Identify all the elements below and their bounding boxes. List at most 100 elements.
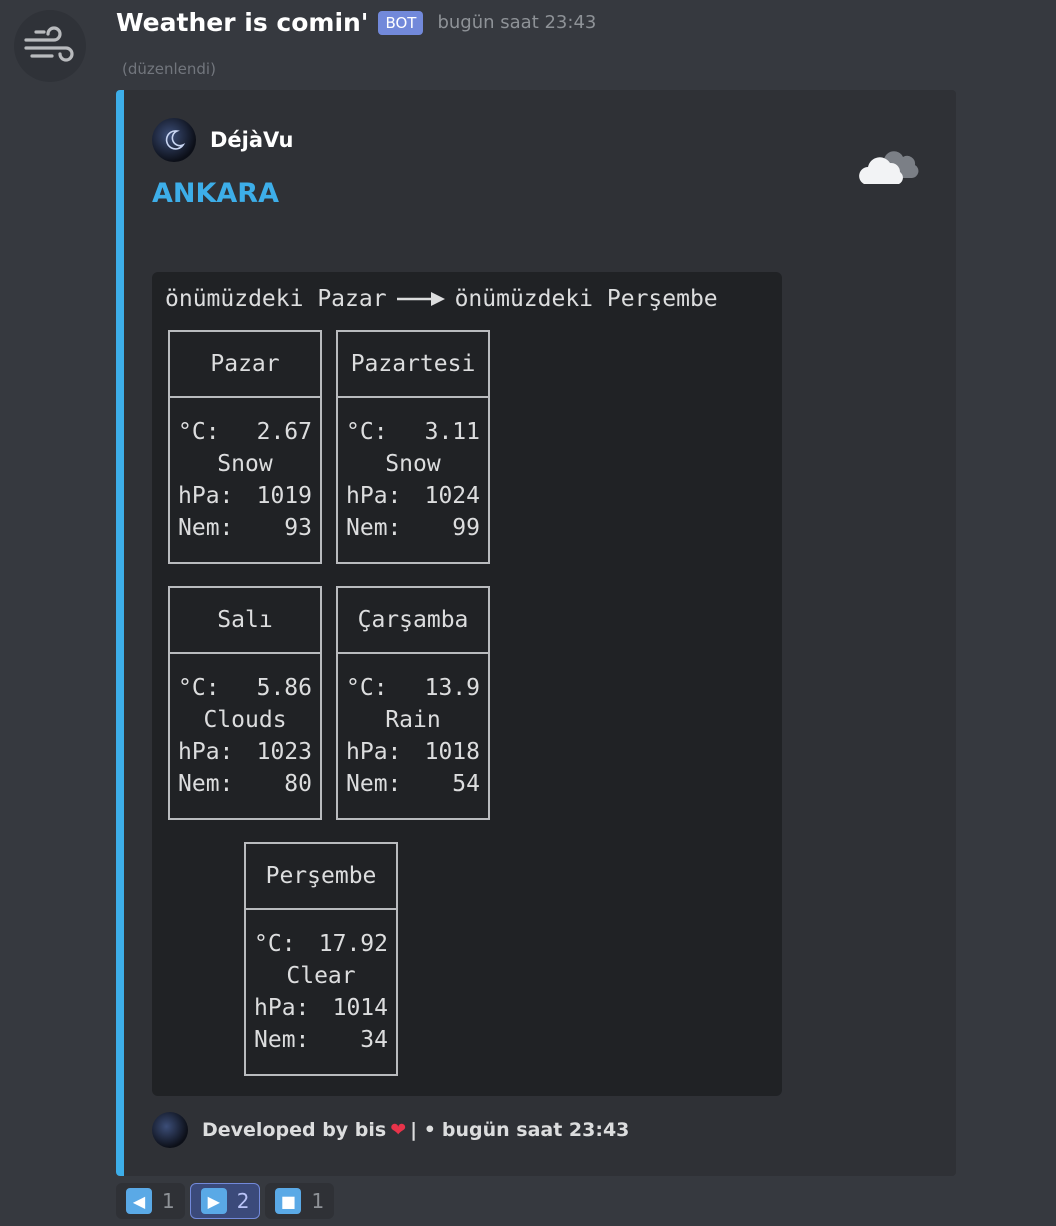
temp-row: °C: 3.11 (338, 416, 488, 448)
reaction-next[interactable]: ▶ 2 (189, 1183, 261, 1219)
temp-value: 17.92 (318, 931, 388, 957)
condition-row: Clear (246, 960, 396, 992)
pressure-row: hPa: 1024 (338, 480, 488, 512)
reaction-stop[interactable]: ■ 1 (265, 1183, 335, 1219)
temp-row: °C: 2.67 (170, 416, 320, 448)
condition: Clear (286, 963, 356, 989)
humidity-value: 80 (284, 771, 312, 797)
pressure-value: 1019 (256, 483, 312, 509)
pressure-label: hPa: (346, 739, 402, 765)
edited-label: (düzenlendi) (122, 60, 216, 78)
reaction-count: 2 (236, 1189, 250, 1213)
humidity-value: 34 (360, 1027, 388, 1053)
day-card-pazartesi: Pazartesi °C: 3.11 Snow hPa: 1024 Nem: 99 (336, 330, 490, 564)
footer-developer: Developed by bis (202, 1119, 387, 1141)
message-timestamp: bugün saat 23:43 (437, 12, 597, 33)
humidity-row: Nem: 80 (170, 768, 320, 800)
weather-embed: DéjàVu ANKARA önümüzdeki Pazar önümüzdek… (116, 90, 956, 1176)
embed-author: DéjàVu (152, 118, 294, 162)
humidity-row: Nem: 93 (170, 512, 320, 544)
condition: Rain (385, 707, 441, 733)
temp-label: °C: (346, 675, 388, 701)
message-header: Weather is comin' BOT bugün saat 23:43 (116, 8, 596, 37)
day-name: Pazartesi (338, 332, 488, 398)
arrow-right-icon: ▶ (200, 1188, 227, 1214)
stop-icon: ■ (275, 1188, 302, 1214)
humidity-label: Nem: (178, 771, 234, 797)
pressure-value: 1018 (424, 739, 480, 765)
pressure-row: hPa: 1023 (170, 736, 320, 768)
day-name: Çarşamba (338, 588, 488, 654)
range-from: önümüzdeki Pazar (165, 286, 387, 312)
author-avatar (152, 118, 196, 162)
pressure-value: 1024 (424, 483, 480, 509)
temp-label: °C: (178, 419, 220, 445)
humidity-label: Nem: (178, 515, 234, 541)
condition: Snow (385, 451, 441, 477)
humidity-label: Nem: (254, 1027, 310, 1053)
condition-row: Snow (170, 448, 320, 480)
pressure-row: hPa: 1014 (246, 992, 396, 1024)
heart-icon: ❤ (390, 1119, 407, 1141)
day-name: Perşembe (246, 844, 396, 910)
day-name: Salı (170, 588, 320, 654)
day-card-persembe: Perşembe °C: 17.92 Clear hPa: 1014 Nem: 34 (244, 842, 398, 1076)
reaction-bar: ◀ 1 ▶ 2 ■ 1 (116, 1183, 335, 1219)
reaction-count: 1 (162, 1189, 175, 1213)
temp-value: 13.9 (424, 675, 480, 701)
pressure-value: 1023 (256, 739, 312, 765)
temp-label: °C: (346, 419, 388, 445)
humidity-value: 54 (452, 771, 480, 797)
reaction-previous[interactable]: ◀ 1 (116, 1183, 185, 1219)
temp-value: 5.86 (256, 675, 312, 701)
condition: Clouds (203, 707, 287, 733)
temp-value: 2.67 (256, 419, 312, 445)
temp-value: 3.11 (424, 419, 480, 445)
date-range: önümüzdeki Pazar önümüzdeki Perşembe (165, 286, 718, 312)
range-to: önümüzdeki Perşembe (454, 286, 718, 312)
day-card-carsamba: Çarşamba °C: 13.9 Rain hPa: 1018 Nem: 54 (336, 586, 490, 820)
footer-text: Developed by bis ❤ | • bugün saat 23:43 (202, 1119, 629, 1141)
day-card-sali: Salı °C: 5.86 Clouds hPa: 1023 Nem: 80 (168, 586, 322, 820)
forecast-codeblock: önümüzdeki Pazar önümüzdeki Perşembe Paz… (152, 272, 782, 1096)
moon-icon (165, 130, 186, 150)
humidity-label: Nem: (346, 771, 402, 797)
temp-row: °C: 5.86 (170, 672, 320, 704)
temp-label: °C: (178, 675, 220, 701)
humidity-row: Nem: 54 (338, 768, 488, 800)
pressure-label: hPa: (178, 483, 234, 509)
wind-icon (24, 26, 74, 62)
condition-row: Snow (338, 448, 488, 480)
pressure-label: hPa: (178, 739, 234, 765)
humidity-row: Nem: 34 (246, 1024, 396, 1056)
humidity-value: 99 (452, 515, 480, 541)
temp-label: °C: (254, 931, 296, 957)
temp-row: °C: 13.9 (338, 672, 488, 704)
reaction-count: 1 (311, 1189, 325, 1213)
day-card-pazar: Pazar °C: 2.67 Snow hPa: 1019 Nem: 93 (168, 330, 322, 564)
condition: Snow (217, 451, 273, 477)
bot-badge: BOT (378, 10, 424, 35)
humidity-label: Nem: (346, 515, 402, 541)
day-name: Pazar (170, 332, 320, 398)
username[interactable]: Weather is comin' (116, 8, 368, 37)
arrow-left-icon: ◀ (126, 1188, 152, 1214)
embed-footer: Developed by bis ❤ | • bugün saat 23:43 (152, 1112, 629, 1148)
pressure-value: 1014 (332, 995, 388, 1021)
cloud-icon (859, 151, 919, 184)
pressure-row: hPa: 1018 (338, 736, 488, 768)
pressure-label: hPa: (254, 995, 310, 1021)
pressure-row: hPa: 1019 (170, 480, 320, 512)
author-name[interactable]: DéjàVu (210, 128, 294, 152)
embed-title[interactable]: ANKARA (152, 178, 279, 209)
condition-row: Rain (338, 704, 488, 736)
humidity-value: 93 (284, 515, 312, 541)
bot-avatar[interactable] (14, 10, 86, 82)
footer-avatar (152, 1112, 188, 1148)
footer-separator: | • (410, 1119, 436, 1141)
pressure-label: hPa: (346, 483, 402, 509)
humidity-row: Nem: 99 (338, 512, 488, 544)
temp-row: °C: 17.92 (246, 928, 396, 960)
long-arrow-right-icon (396, 291, 445, 307)
condition-row: Clouds (170, 704, 320, 736)
